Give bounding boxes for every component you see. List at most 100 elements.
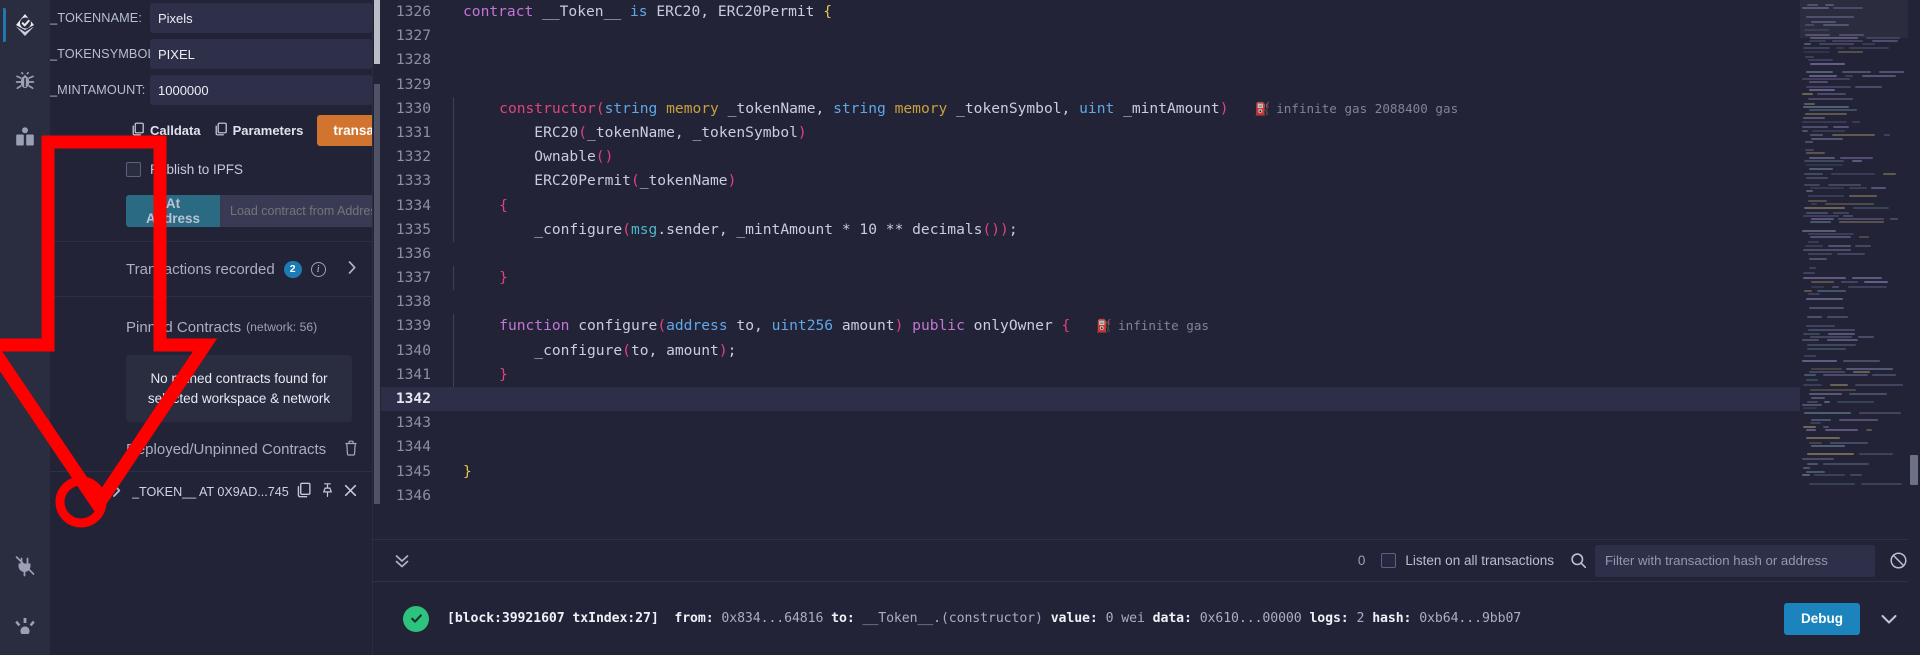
sidebar-item-settings[interactable]	[3, 607, 47, 645]
code-line[interactable]: 1344	[381, 435, 1920, 459]
code-token: onlyOwner	[973, 317, 1062, 335]
minimap-line	[1809, 442, 1822, 444]
tokenname-input[interactable]	[150, 3, 372, 33]
chevron-right-icon[interactable]	[346, 260, 358, 278]
code-line[interactable]: 1334 {	[381, 193, 1920, 218]
bug-icon	[13, 69, 37, 93]
minimap-line	[1861, 483, 1902, 485]
minimap-line	[1811, 218, 1834, 220]
field-row-mintamount: _MINTAMOUNT:	[50, 72, 372, 108]
copy-address-icon[interactable]	[297, 482, 312, 501]
pinned-contracts-label: Pinned Contracts	[126, 318, 242, 336]
code-token: .sender, _mintAmount	[657, 220, 842, 238]
code-line[interactable]: 1331 ERC20(_tokenName, _tokenSymbol)	[381, 120, 1920, 146]
listen-all-transactions-checkbox[interactable]	[1381, 553, 1397, 568]
close-icon[interactable]	[343, 483, 358, 501]
expand-transaction-chevron-icon[interactable]	[1878, 608, 1900, 630]
minimap-line	[1806, 177, 1828, 179]
copy-calldata-button[interactable]: Calldata	[126, 122, 207, 139]
trash-icon[interactable]	[344, 440, 358, 459]
minimap-line	[1846, 368, 1893, 370]
sidebar-item-plugin-manager[interactable]	[3, 547, 47, 585]
code-line[interactable]: 1345}	[381, 460, 1920, 484]
minimap-line	[1849, 393, 1887, 395]
code-line[interactable]: 1337 }	[381, 266, 1920, 291]
tokensymbol-input[interactable]	[150, 39, 372, 69]
mintamount-input[interactable]	[150, 75, 372, 105]
line-number: 1329	[395, 75, 431, 93]
publish-ipfs-row[interactable]: Publish to IPFS	[50, 150, 372, 187]
minimap-line	[1839, 221, 1884, 223]
collapse-terminal-icon[interactable]	[383, 552, 421, 570]
code-line[interactable]: 1329	[381, 73, 1920, 97]
code-token: )	[894, 317, 913, 335]
code-line[interactable]: 1335 _configure(msg.sender, _mintAmount …	[381, 217, 1920, 242]
sidebar-item-documentation[interactable]	[3, 118, 47, 156]
minimap-line	[1837, 401, 1874, 403]
debug-button[interactable]: Debug	[1784, 602, 1860, 635]
code-lines[interactable]: 1326 contract __Token__ is ERC20, ERC20Pe…	[381, 0, 1920, 539]
code-line[interactable]: 1338	[381, 290, 1920, 314]
code-token: (	[630, 172, 640, 190]
scrollbar-thumb[interactable]	[374, 84, 380, 504]
transaction-log-row[interactable]: [block:39921607 txIndex:27] from: 0x834.…	[447, 611, 1521, 626]
load-contract-address-input[interactable]	[220, 195, 372, 227]
page-scrollbar[interactable]	[1908, 0, 1920, 655]
at-address-button[interactable]: At Address	[126, 195, 221, 227]
copy-parameters-button[interactable]: Parameters	[209, 122, 310, 139]
minimap-line	[1845, 75, 1853, 77]
minimap-line	[1802, 93, 1813, 95]
minimap-line	[1809, 371, 1845, 373]
tx-logs-value: 2	[1356, 611, 1365, 626]
clear-console-icon[interactable]	[1889, 551, 1908, 570]
minimap-line	[1811, 368, 1842, 370]
deployed-contracts-section: Deployed/Unpinned Contracts	[50, 422, 372, 471]
minimap-line	[1803, 117, 1825, 119]
code-token: {	[823, 3, 833, 20]
gas-estimate-annotation: ⛽ infinite gas	[1096, 318, 1209, 333]
scrollbar-thumb[interactable]	[1910, 455, 1918, 485]
code-token: (	[622, 220, 631, 238]
minimap-line	[1804, 412, 1851, 414]
code-line[interactable]: 1328	[381, 48, 1920, 72]
minimap-line	[1836, 47, 1844, 49]
transactions-recorded-section[interactable]: Transactions recorded 2 i	[50, 242, 372, 296]
code-line[interactable]: 1346	[381, 484, 1920, 508]
code-line[interactable]: 1340 _configure(to, amount);	[381, 338, 1920, 363]
transaction-filter-input[interactable]	[1595, 544, 1875, 577]
code-line[interactable]: 1333 ERC20Permit(_tokenName)	[381, 169, 1920, 194]
sidebar-item-debugger[interactable]	[3, 62, 47, 100]
minimap-line	[1809, 267, 1816, 269]
deployed-contract-instance[interactable]: _TOKEN__ AT 0X9AD...74546 (BL	[50, 471, 372, 511]
code-line[interactable]: 1326 contract __Token__ is ERC20, ERC20Pe…	[381, 0, 1920, 24]
code-line[interactable]: 1336	[381, 242, 1920, 266]
minimap-line	[1811, 419, 1831, 421]
code-line[interactable]: 1339 function configure(address to, uint…	[381, 314, 1920, 339]
code-line[interactable]: 1343	[381, 411, 1920, 435]
code-line[interactable]: 1341 }	[381, 362, 1920, 388]
minimap-line	[1808, 195, 1844, 197]
tx-from-label: from:	[674, 611, 714, 626]
search-icon[interactable]	[1570, 552, 1587, 569]
code-editor[interactable]: 1326 contract __Token__ is ERC20, ERC20Pe…	[373, 0, 1920, 539]
code-line[interactable]: 1332 Ownable()	[381, 145, 1920, 170]
transact-button[interactable]: transact	[317, 114, 372, 146]
expand-contract-chevron-icon[interactable]	[110, 483, 124, 501]
minimap-line	[1810, 236, 1851, 238]
code-line[interactable]: 1327	[381, 24, 1920, 48]
line-number: 1326	[395, 3, 431, 20]
pin-icon[interactable]	[320, 482, 335, 501]
publish-ipfs-checkbox[interactable]	[126, 162, 141, 177]
sidebar-item-deploy-run[interactable]	[3, 6, 47, 44]
code-token: {	[499, 196, 508, 214]
editor-minimap[interactable]	[1800, 0, 1908, 490]
minimap-line	[1843, 360, 1880, 362]
info-icon[interactable]: i	[310, 261, 326, 277]
minimap-line	[1811, 445, 1845, 447]
book-icon	[13, 125, 37, 149]
editor-left-scrollbar[interactable]	[373, 0, 381, 539]
code-line[interactable]: 1342	[381, 387, 1920, 412]
code-line[interactable]: 1330 constructor(string memory _tokenNam…	[381, 96, 1920, 121]
minimap-line	[1859, 412, 1901, 414]
scrollbar-thumb-top[interactable]	[374, 0, 380, 64]
